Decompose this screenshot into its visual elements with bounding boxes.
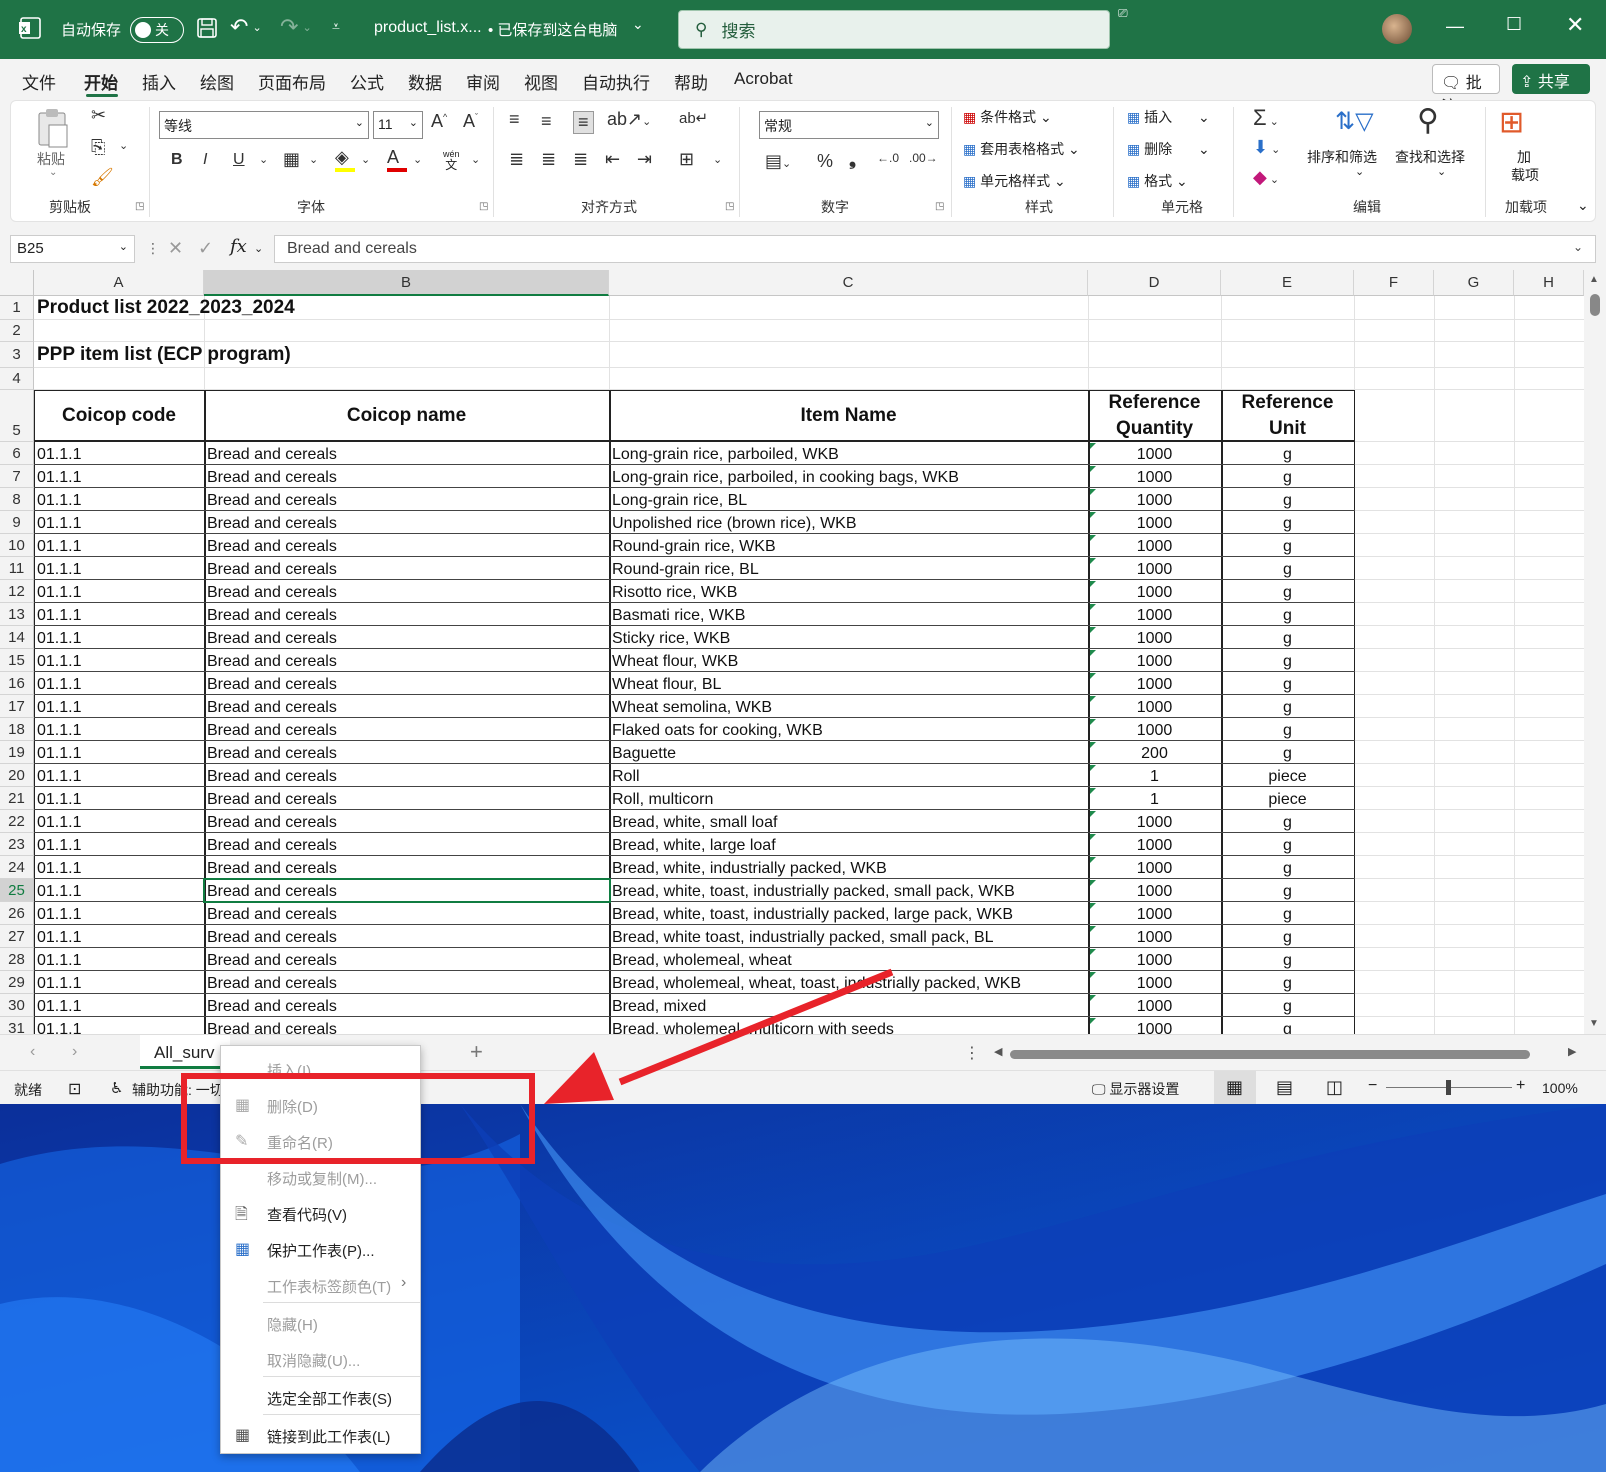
annotation-arrow-line xyxy=(618,968,894,1086)
annotation-red-box xyxy=(181,1073,535,1164)
annotation-overlay xyxy=(181,968,894,1164)
annotation-arrow-head xyxy=(544,1052,614,1104)
